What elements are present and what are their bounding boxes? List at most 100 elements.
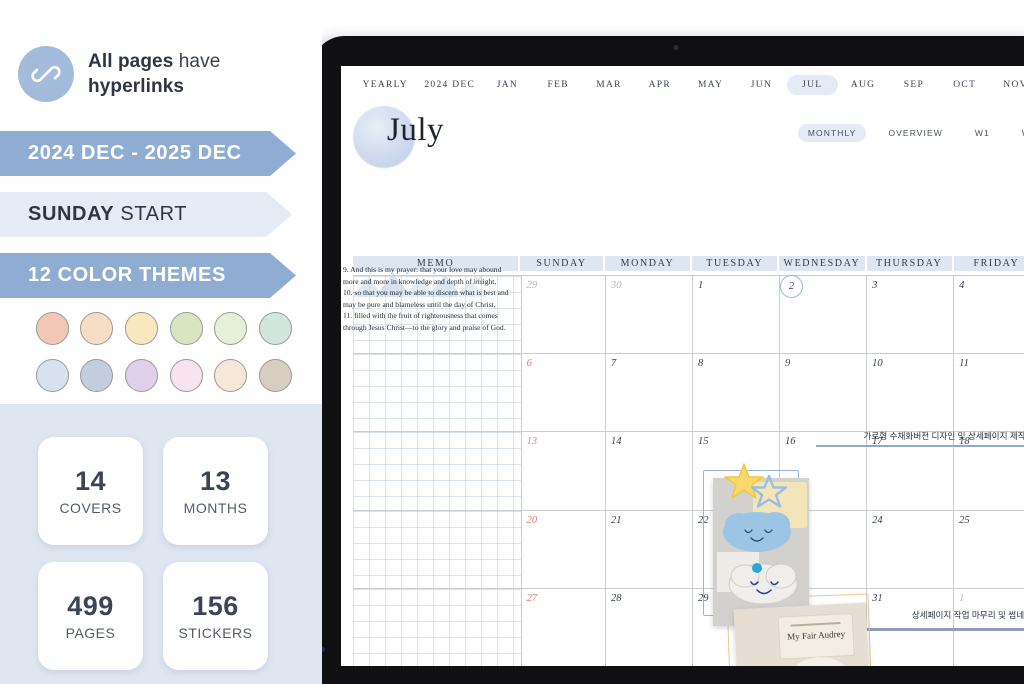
day-number: 1 [959, 592, 965, 604]
color-swatch-10[interactable] [169, 359, 203, 392]
calendar-week-row: 27282930311 [353, 587, 1024, 666]
calendar-day-cell[interactable]: 30 [606, 276, 694, 354]
month-tab-feb[interactable]: FEB [533, 75, 584, 95]
stat-label: MONTHS [183, 500, 248, 516]
calendar-day-cell[interactable]: 10 [867, 354, 955, 432]
calendar-day-cell[interactable]: 18 [954, 432, 1024, 509]
memo-column-cell[interactable] [353, 588, 522, 666]
tablet-device: YEARLY 2024 DEC JAN FEB MAR APR MAY JUN JUL AUG SE… [311, 36, 1024, 684]
view-tab-w[interactable]: W [1012, 124, 1024, 142]
view-mode-tabs[interactable]: MONTHLY OVERVIEW W1 W [797, 124, 1024, 142]
calendar-day-cell[interactable]: 1 [693, 276, 781, 354]
month-tab-aug[interactable]: AUG [838, 75, 889, 95]
banner-color-themes: 12 COLOR THEMES [0, 253, 296, 298]
memo-bible-passage: 9. And this is my prayer: that your love… [343, 264, 531, 333]
memo-column-cell[interactable] [353, 510, 522, 588]
month-tab-jul[interactable]: JUL [786, 75, 838, 95]
color-swatch-11[interactable] [214, 359, 248, 392]
calendar-day-cell[interactable]: 14 [606, 432, 694, 510]
calendar-day-cell[interactable]: 28 [606, 588, 694, 666]
month-tab-may[interactable]: MAY [685, 75, 736, 95]
month-tab-mar[interactable]: MAR [584, 75, 635, 95]
memo-line: 9. And this is my prayer: that your love… [343, 265, 502, 274]
calendar-day-cell[interactable]: 3 [867, 276, 955, 354]
memo-corner-number: 29 [473, 277, 483, 287]
color-swatch-7[interactable] [35, 359, 69, 392]
event-label-week2[interactable]: 가로형 수채화버전 디자인 및 상세페이지 제작 / 업로드까지 끝내기 [811, 430, 1024, 442]
calendar-day-cell[interactable]: 17 [867, 432, 955, 510]
color-swatch-2[interactable] [80, 312, 114, 345]
color-swatch-9[interactable] [125, 359, 159, 392]
stat-value: 156 [192, 591, 239, 621]
day-number: 15 [698, 436, 709, 448]
monthly-calendar-grid[interactable]: 2930123467891011131415161718202122232425… [353, 275, 1024, 666]
stat-label: STICKERS [178, 625, 253, 641]
month-tab-apr[interactable]: APR [634, 75, 685, 95]
month-tab-2024-dec[interactable]: 2024 DEC [418, 75, 483, 95]
month-tab-yearly[interactable]: YEARLY [353, 75, 418, 95]
color-swatch-3[interactable] [125, 312, 159, 345]
stat-label: COVERS [59, 500, 122, 516]
memo-line: may be pure and blameless until the day … [343, 299, 496, 309]
stat-value: 14 [74, 466, 107, 496]
memo-grid-lines [353, 588, 521, 666]
view-tab-w1[interactable]: W1 [965, 124, 1000, 142]
stat-value: 499 [67, 591, 114, 621]
memo-column-cell[interactable] [353, 432, 522, 510]
day-number: 3 [872, 280, 878, 291]
calendar-day-cell[interactable]: 8 [693, 354, 781, 432]
banner-week-start-label: SUNDAY START [28, 203, 187, 226]
calendar-day-cell[interactable]: 11 [954, 354, 1024, 431]
calendar-day-cell[interactable]: 9 [780, 354, 868, 432]
color-swatch-8[interactable] [80, 359, 114, 392]
calendar-week-row: 202122232425 [353, 509, 1024, 588]
memo-column-cell[interactable] [353, 354, 522, 432]
day-number: 11 [959, 358, 969, 370]
day-number: 24 [872, 514, 883, 526]
screenshot-root: All pages have hyperlinks 2024 DEC - 202… [0, 0, 1024, 684]
day-number: 8 [698, 358, 704, 370]
event-bar-week2[interactable] [816, 445, 1024, 447]
day-number: 31 [872, 592, 883, 604]
feature-text-bold: All pages [88, 50, 174, 72]
day-number: 2 [780, 275, 804, 298]
month-tab-sep[interactable]: SEP [889, 75, 940, 95]
stat-card-covers: 14 COVERS [38, 437, 143, 545]
calendar-day-cell[interactable]: 25 [954, 511, 1024, 588]
calendar-day-cell[interactable]: 13 [522, 432, 606, 510]
calendar-week-row: 6 7 8 9 10 11 [353, 353, 1024, 432]
view-tab-monthly[interactable]: MONTHLY [797, 124, 867, 142]
calendar-day-cell[interactable]: 4 [954, 276, 1024, 353]
calendar-day-cell[interactable]: 6 [522, 354, 606, 432]
calendar-day-cell[interactable]: 7 [606, 354, 694, 432]
day-number: 21 [610, 514, 622, 526]
color-swatch-1[interactable] [35, 312, 69, 345]
banner-date-range-text: 2024 DEC - 2025 DEC [28, 142, 242, 164]
color-swatch-6[interactable] [259, 312, 293, 345]
month-tab-oct[interactable]: OCT [939, 75, 990, 95]
sticker-blue-star [751, 474, 787, 508]
calendar-day-cell[interactable]: 24 [867, 510, 955, 588]
calendar-day-cell[interactable]: 2 [780, 275, 868, 354]
month-nav-tabs[interactable]: YEARLY 2024 DEC JAN FEB MAR APR MAY JUN JUL AUG SE… [341, 66, 1024, 104]
color-swatch-4[interactable] [169, 312, 203, 345]
planner-title-row: July MONTHLY OVERVIEW W1 W [341, 104, 1024, 172]
day-number: 1 [698, 280, 704, 291]
day-number: 25 [959, 514, 970, 526]
page-title: July [387, 112, 445, 148]
month-tab-jan[interactable]: JAN [482, 75, 533, 95]
calendar-day-cell[interactable]: 20 [522, 510, 606, 588]
calendar-day-cell[interactable]: 21 [606, 510, 694, 588]
color-swatch-5[interactable] [214, 312, 248, 345]
view-tab-overview[interactable]: OVERVIEW [878, 124, 952, 142]
calendar-day-cell[interactable]: 27 [522, 588, 606, 666]
banner-color-themes-label: 12 COLOR THEMES [28, 264, 226, 287]
day-number: 16 [785, 436, 796, 448]
calendar-day-cell[interactable]: 29 [522, 276, 606, 354]
day-number: 28 [610, 592, 622, 604]
month-tab-nov[interactable]: NOV [990, 75, 1024, 95]
month-tab-jun[interactable]: JUN [736, 75, 787, 95]
memo-grid-lines [353, 354, 521, 432]
color-swatch-12[interactable] [259, 359, 293, 392]
weekday-header-wednesday: WEDNESDAY [779, 256, 865, 271]
